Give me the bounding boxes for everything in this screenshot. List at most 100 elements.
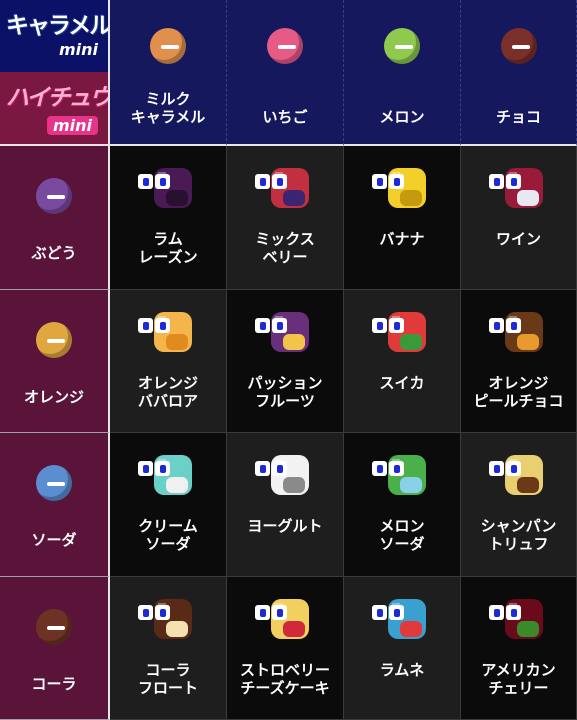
yogurt-icon-graphic [271, 455, 309, 495]
row-label: オレンジ [23, 388, 84, 406]
eye-left [255, 318, 270, 333]
passion-fruit-icon-graphic [271, 312, 309, 352]
flavor-label: クリーム ソーダ [138, 517, 198, 553]
sprite-shape [283, 477, 305, 493]
candy-body [36, 465, 72, 501]
flavor-cell[interactable]: シャンパン トリュフ [461, 433, 577, 577]
row-label: ソーダ [31, 531, 77, 549]
banana-icon-graphic [388, 168, 426, 208]
flavor-cell[interactable]: オレンジ ババロア [110, 290, 227, 433]
row-header: ぶどう [0, 146, 110, 290]
eyes [488, 174, 521, 189]
flavor-cell[interactable]: パッション フルーツ [227, 290, 344, 433]
eyes [488, 605, 521, 620]
sprite-shape [516, 334, 539, 350]
eye-right [272, 174, 287, 189]
wine-glass-icon [487, 160, 551, 220]
flavor-label: ラムネ [379, 661, 425, 679]
eyes [255, 174, 287, 189]
eyes [372, 318, 404, 333]
eye-left [372, 461, 387, 476]
flavor-cell[interactable]: アメリカン チェリー [461, 577, 577, 720]
flavor-label: ラム レーズン [138, 230, 198, 266]
ramune-bottle-icon-graphic [388, 599, 426, 639]
candy-body [500, 28, 537, 64]
sprite-shape [400, 334, 422, 350]
flavor-label: ヨーグルト [247, 517, 323, 535]
hi-chew-mini-text: mini [46, 116, 98, 135]
flavor-cell[interactable]: オレンジ ピールチョコ [461, 290, 577, 433]
sprite-shape [400, 190, 422, 206]
cola-float-icon-graphic [154, 599, 192, 639]
eyes [138, 605, 170, 620]
caramel-mini-logo: キャラメル mini [0, 0, 108, 72]
flavor-cell[interactable]: コーラ フロート [110, 577, 227, 720]
eyes [255, 605, 287, 620]
eyes [255, 318, 287, 333]
sprite-shape [400, 621, 422, 637]
cream-soda-icon-graphic [154, 455, 192, 495]
orange-bavarois-icon [136, 304, 200, 364]
flavor-cell[interactable]: バナナ [344, 146, 461, 290]
sprite-shape [283, 334, 305, 350]
candy-body [384, 28, 420, 64]
flavor-cell[interactable]: スイカ [344, 290, 461, 433]
orange-peel-chocolate-icon-graphic [504, 312, 543, 352]
eye-left [138, 461, 153, 476]
cola-float-icon [136, 591, 200, 651]
strawberry-candy-icon [265, 26, 305, 66]
eye-left [255, 605, 270, 620]
melon-soda-icon [370, 447, 434, 507]
candy-body [36, 322, 72, 358]
flavor-cell[interactable]: ワイン [461, 146, 577, 290]
eyes [372, 461, 404, 476]
hi-chew-logo-text: ハイチュウ [6, 85, 110, 111]
chocolate-candy-icon [499, 26, 539, 66]
eye-right [155, 461, 170, 476]
melon-candy-icon [382, 26, 422, 66]
eye-right [272, 605, 287, 620]
flavor-cell[interactable]: ミックス ベリー [227, 146, 344, 290]
flavor-cell[interactable]: ストロベリー チーズケーキ [227, 577, 344, 720]
flavor-cell[interactable]: ラム レーズン [110, 146, 227, 290]
flavor-cell[interactable]: メロン ソーダ [344, 433, 461, 577]
column-header: チョコ [461, 0, 577, 146]
candy-body [36, 178, 72, 214]
candy-face [47, 482, 65, 486]
rum-raisin-icon-graphic [154, 168, 192, 208]
american-cherry-icon [487, 591, 551, 651]
flavor-cell[interactable]: クリーム ソーダ [110, 433, 227, 577]
eye-right [272, 461, 287, 476]
eye-left [372, 318, 387, 333]
orange-bavarois-icon-graphic [154, 312, 192, 352]
sprite-shape [283, 190, 305, 206]
eye-right [155, 605, 170, 620]
candy-face [47, 626, 65, 630]
row-label: ぶどう [31, 244, 77, 262]
banana-icon [370, 160, 434, 220]
eyes [372, 174, 404, 189]
strawberry-cheesecake-icon [253, 591, 317, 651]
candy-body [267, 28, 303, 64]
column-label: ミルク キャラメル [130, 90, 206, 126]
eye-left [255, 174, 270, 189]
eyes [255, 461, 287, 476]
champagne-truffle-icon-graphic [504, 455, 543, 495]
watermelon-icon [370, 304, 434, 364]
column-header: いちご [227, 0, 344, 146]
column-header: メロン [344, 0, 461, 146]
passion-fruit-icon [253, 304, 317, 364]
flavor-label: バナナ [379, 230, 425, 248]
row-header: ソーダ [0, 433, 110, 577]
eye-right [389, 605, 404, 620]
candy-face [278, 45, 296, 49]
column-header: ミルク キャラメル [110, 0, 227, 146]
flavor-label: オレンジ ピールチョコ [473, 374, 564, 410]
sprite-shape [516, 190, 539, 206]
candy-face [161, 45, 179, 49]
flavor-cell[interactable]: ラムネ [344, 577, 461, 720]
flavor-cell[interactable]: ヨーグルト [227, 433, 344, 577]
eye-left [488, 461, 504, 476]
eyes [488, 461, 521, 476]
eye-right [272, 318, 287, 333]
